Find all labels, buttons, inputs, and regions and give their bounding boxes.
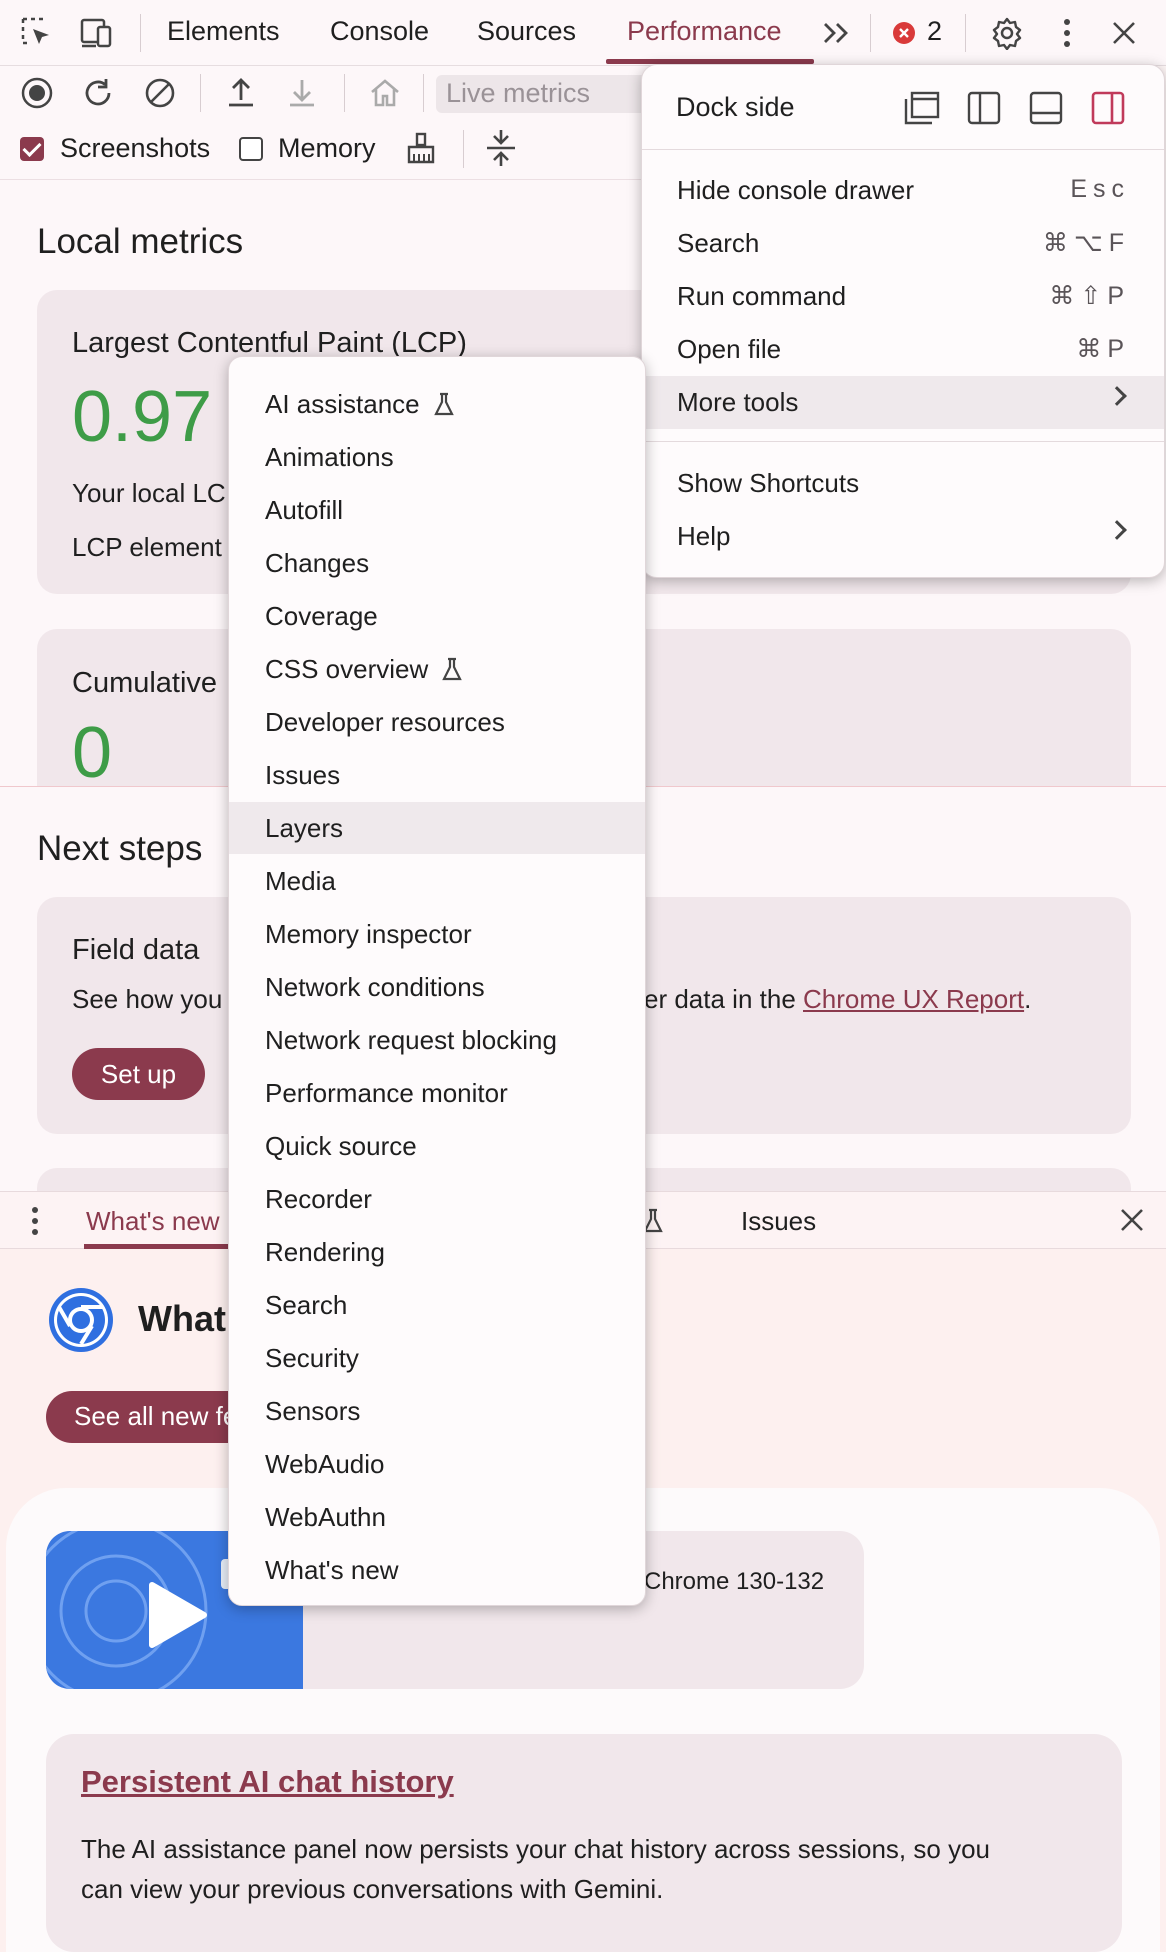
ai-article-title-link[interactable]: Persistent AI chat history [81,1764,454,1800]
cls-title: Cumulative [72,667,218,699]
show-shortcuts-item[interactable]: Show Shortcuts [642,457,1164,510]
help-chevron-icon [1107,520,1127,540]
error-icon[interactable] [893,22,915,44]
memory-checkbox[interactable] [239,137,263,161]
reload-record-icon[interactable] [79,74,117,112]
garbage-collect-broom-icon[interactable] [404,131,438,165]
help-item[interactable]: Help [642,510,1164,563]
open-file-item[interactable]: Open file ⌘P [642,323,1164,376]
live-metrics-dropdown[interactable]: Live metrics [436,75,656,113]
tool-autofill[interactable]: Autofill [229,484,645,536]
memory-label[interactable]: Memory [278,133,376,164]
screenshots-label[interactable]: Screenshots [60,133,210,164]
ai-article-card: Persistent AI chat history The AI assist… [46,1734,1122,1952]
experimental-flask-icon [433,392,454,416]
device-toolbar-icon[interactable] [78,14,116,52]
more-tools-item[interactable]: More tools [642,376,1164,429]
dock-right-icon[interactable] [1088,88,1128,128]
dock-undock-icon[interactable] [902,88,942,128]
play-icon[interactable] [144,1579,208,1656]
customize-devtools-menu: Dock side Hide console drawer Esc Search ⌘… [641,64,1165,578]
submenu-chevron-icon [1107,386,1127,406]
next-steps-heading: Next steps [37,829,203,868]
tool-network-request-blocking[interactable]: Network request blocking [229,1014,645,1066]
tool-network-conditions[interactable]: Network conditions [229,961,645,1013]
tool-sensors[interactable]: Sensors [229,1385,645,1437]
field-data-description: See how you [72,984,223,1014]
upload-icon[interactable] [222,74,260,112]
tab-elements[interactable]: Elements [167,16,280,47]
devtools-tab-bar: Elements Console Sources Performance 2 [0,0,1166,66]
run-command-item[interactable]: Run command ⌘⇧P [642,270,1164,323]
lcp-element-label: LCP element [72,532,222,562]
tool-rendering[interactable]: Rendering [229,1226,645,1278]
kebab-menu-icon[interactable] [1048,14,1086,52]
tool-webaudio[interactable]: WebAudio [229,1438,645,1490]
download-icon [283,74,321,112]
whats-new-heading: What [138,1298,226,1339]
tool-search[interactable]: Search [229,1279,645,1331]
cls-value: 0 [72,713,113,793]
tool-animations[interactable]: Animations [229,431,645,483]
tool-css-overview[interactable]: CSS overview [229,643,645,695]
tab-sources[interactable]: Sources [477,16,576,47]
dock-side-label: Dock side [676,92,795,122]
hide-console-drawer-item[interactable]: Hide console drawer Esc [642,164,1164,217]
chrome-ux-report-link[interactable]: Chrome UX Report [803,984,1024,1014]
tool-webauthn[interactable]: WebAuthn [229,1491,645,1543]
experimental-flask-icon [442,657,463,681]
field-data-title: Field data [72,934,200,966]
drawer-tab-whats-new[interactable]: What's new [86,1206,220,1237]
drawer-tab-issues[interactable]: Issues [741,1206,816,1237]
ai-article-body-line1: The AI assistance panel now persists you… [81,1834,990,1864]
record-icon[interactable] [18,74,56,112]
more-tools-submenu: AI assistance Animations Autofill Change… [228,356,646,1606]
home-icon [366,74,404,112]
lcp-value: 0.97 [72,377,213,457]
collapse-tracks-icon[interactable] [484,128,518,168]
tool-performance-monitor[interactable]: Performance monitor [229,1067,645,1119]
tool-developer-resources[interactable]: Developer resources [229,696,645,748]
setup-button[interactable]: Set up [72,1048,205,1100]
chrome-logo-icon [46,1285,116,1355]
search-item[interactable]: Search ⌘⌥F [642,217,1164,270]
more-tabs-chevron-icon[interactable] [818,14,856,52]
lcp-local-text: Your local LC [72,478,226,508]
field-data-description-tail: er data in the Chrome UX Report. [644,984,1032,1014]
dock-left-icon[interactable] [964,88,1004,128]
experiment-flask-icon [643,1208,663,1239]
tool-issues[interactable]: Issues [229,749,645,801]
tool-coverage[interactable]: Coverage [229,590,645,642]
tool-ai-assistance[interactable]: AI assistance [229,378,645,430]
ai-article-body-line2: can view your previous conversations wit… [81,1874,664,1904]
close-drawer-icon[interactable] [1120,1208,1144,1237]
tool-memory-inspector[interactable]: Memory inspector [229,908,645,960]
close-devtools-icon[interactable] [1105,14,1143,52]
dock-bottom-icon[interactable] [1026,88,1066,128]
local-metrics-heading: Local metrics [37,222,244,261]
clear-icon[interactable] [141,74,179,112]
tab-performance[interactable]: Performance [627,16,782,47]
tool-media[interactable]: Media [229,855,645,907]
settings-gear-icon[interactable] [988,14,1026,52]
inspect-element-icon[interactable] [18,14,56,52]
error-count-badge[interactable]: 2 [927,16,942,47]
tool-recorder[interactable]: Recorder [229,1173,645,1225]
tool-layers[interactable]: Layers [229,802,645,854]
screenshots-checkbox[interactable] [20,137,44,161]
video-caption: Chrome 130-132 [644,1568,825,1595]
tab-console[interactable]: Console [330,16,429,47]
tool-whats-new[interactable]: What's new [229,1544,645,1596]
tool-security[interactable]: Security [229,1332,645,1384]
drawer-menu-icon[interactable] [30,1206,40,1241]
tool-quick-source[interactable]: Quick source [229,1120,645,1172]
tool-changes[interactable]: Changes [229,537,645,589]
